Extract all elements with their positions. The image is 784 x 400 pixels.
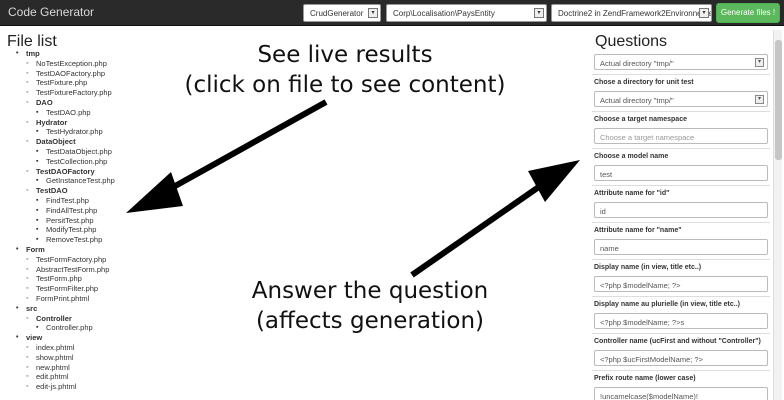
arrow-to-file-list [126,99,328,213]
arrow-to-questions [410,160,580,278]
annotation-arrows [126,99,580,278]
